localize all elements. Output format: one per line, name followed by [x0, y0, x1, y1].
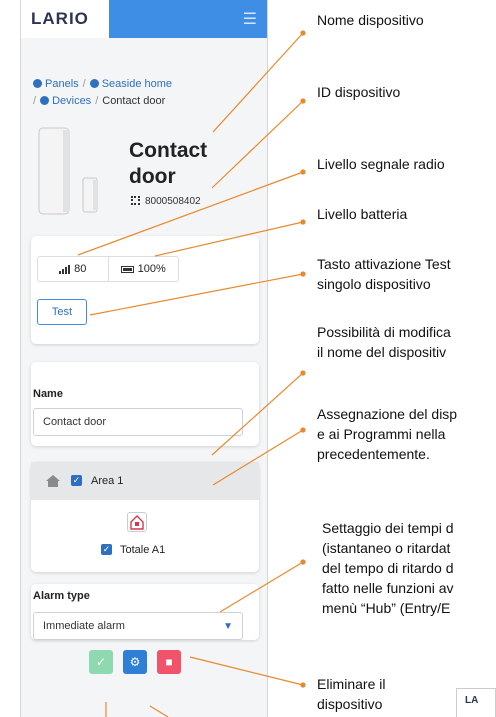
annotation-tempi-line1: Settaggio dei tempi d	[322, 520, 454, 536]
annotation-nome: Nome dispositivo	[317, 12, 424, 28]
annotation-test: Tasto attivazione Test singolo dispositi…	[317, 254, 451, 294]
annotation-modifica-line2: il nome del dispositiv	[317, 344, 447, 360]
annotation-batteria: Livello batteria	[317, 206, 408, 222]
annotation-assegna-line1: Assegnazione del disp	[317, 406, 458, 422]
annotation-assegna-line2: e ai Programmi nella	[317, 426, 446, 442]
annotation-elimina-line1: Eliminare il	[317, 676, 386, 692]
annotation-assegna: Assegnazione del disp e ai Programmi nel…	[317, 404, 457, 464]
annotation-elimina-line2: dispositivo	[317, 696, 383, 712]
annotation-tempi-line2: (istantaneo o ritardat	[322, 540, 451, 556]
annotation-segnale: Livello segnale radio	[317, 156, 445, 172]
annotation-tempi-line3: del tempo di ritardo d	[322, 560, 454, 576]
annotation-assegna-line3: precedentemente.	[317, 446, 430, 462]
annotation-tempi-line5: menù “Hub” (Entry/E	[322, 600, 451, 616]
thumbnail-logo: LA	[465, 695, 479, 706]
annotation-tempi: Settaggio dei tempi d (istantaneo o rita…	[322, 518, 454, 618]
annotation-id: ID dispositivo	[317, 84, 401, 100]
next-screen-thumbnail: LA	[456, 688, 496, 717]
annotation-test-line2: singolo dispositivo	[317, 276, 431, 292]
annotation-modifica: Possibilità di modifica il nome del disp…	[317, 322, 451, 362]
annotation-tempi-line4: fatto nelle funzioni av	[322, 580, 454, 596]
annotation-modifica-line1: Possibilità di modifica	[317, 324, 451, 340]
annotation-elimina: Eliminare il dispositivo	[317, 674, 385, 714]
annotation-test-line1: Tasto attivazione Test	[317, 256, 451, 272]
